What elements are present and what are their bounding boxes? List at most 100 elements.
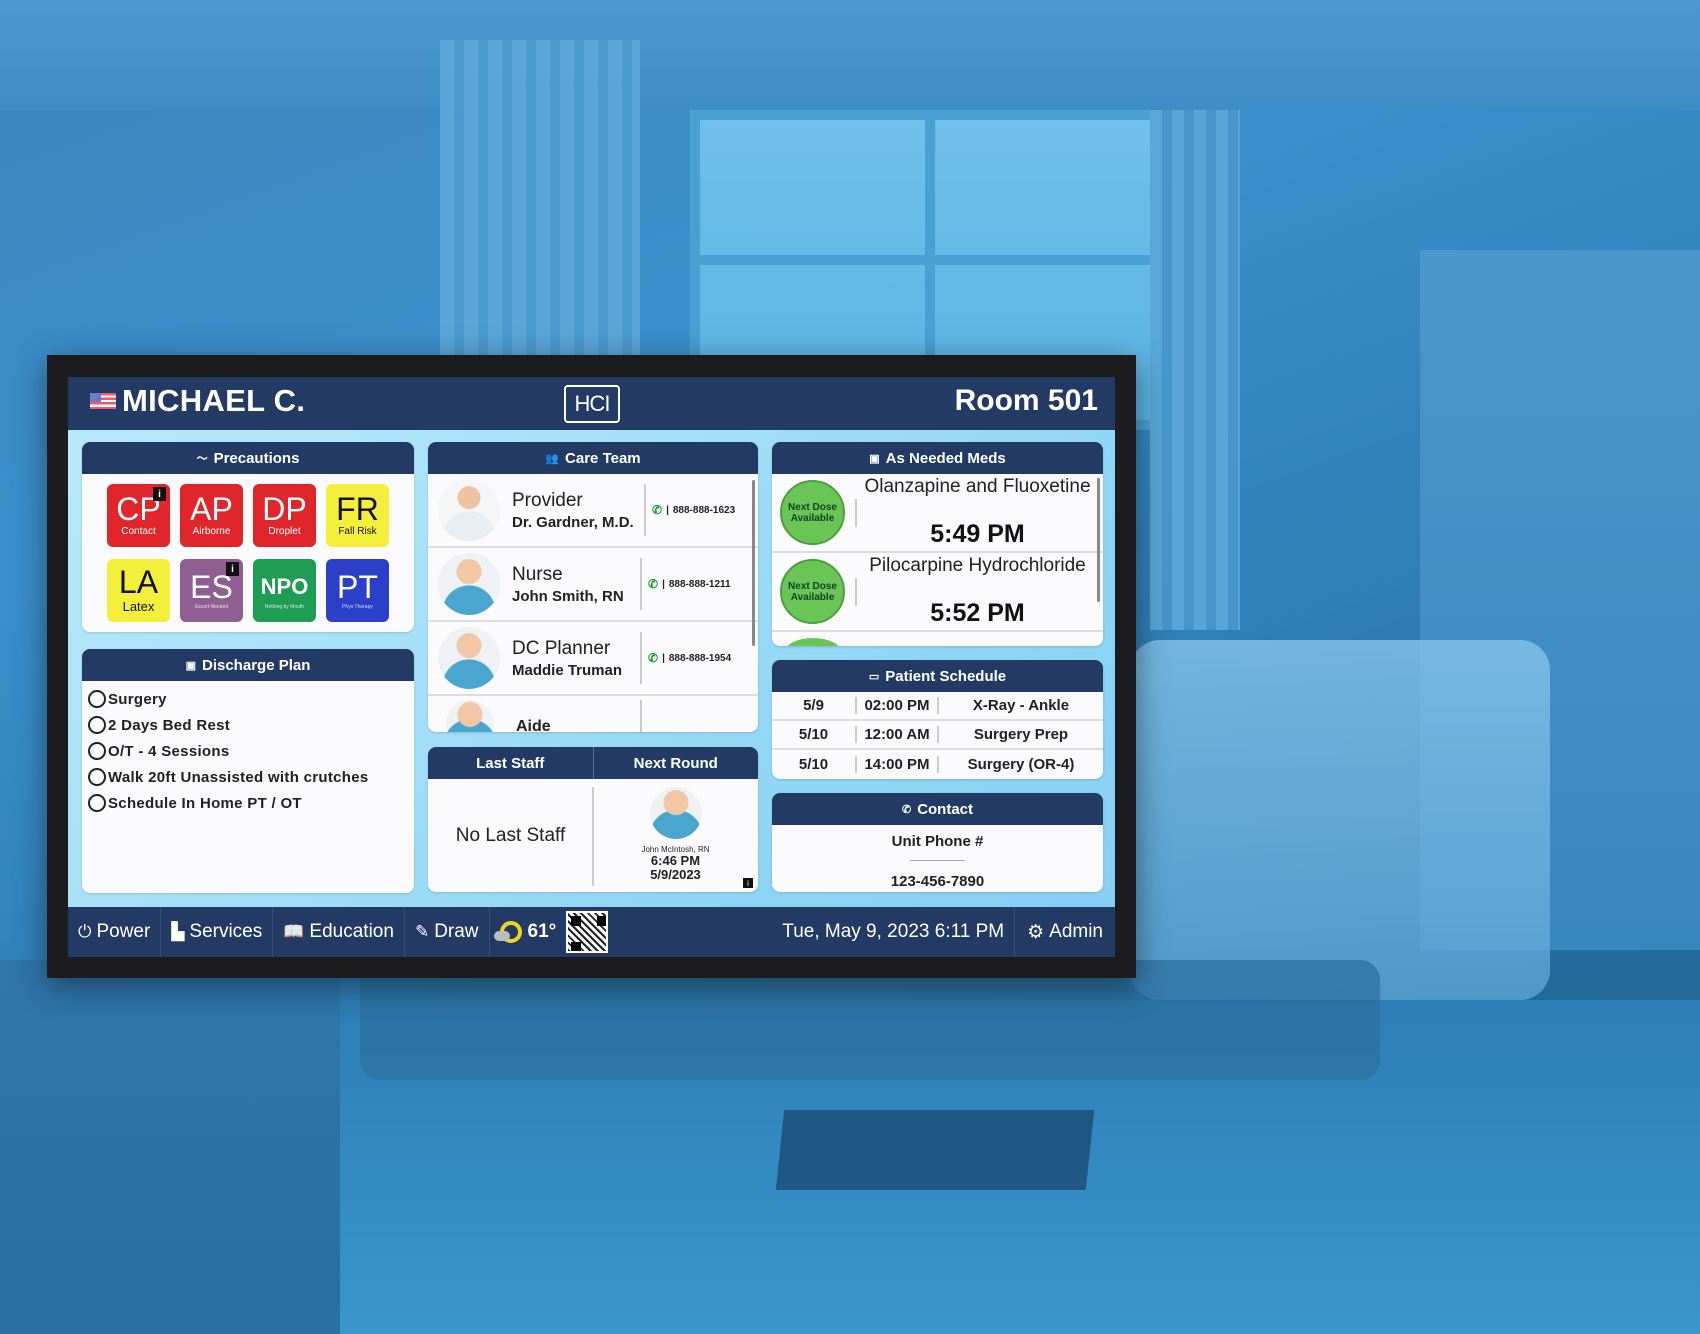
power-button[interactable]: ⏻ Power — [68, 907, 162, 957]
info-icon[interactable]: i — [226, 562, 239, 576]
med-name: Pilocarpine Hydrochloride — [869, 555, 1086, 576]
hci-logo: HCI — [564, 385, 620, 423]
precaution-label: Latex — [122, 599, 155, 614]
schedule-time: 14:00 PM — [855, 756, 939, 773]
separator: | — [662, 652, 665, 664]
avatar — [438, 627, 500, 689]
discharge-item[interactable]: Walk 20ft Unassisted with crutches — [88, 764, 408, 790]
care-team-member[interactable]: Nurse John Smith, RN ✆ | 888-888-1211 — [428, 548, 758, 622]
member-phone[interactable]: ✆ | 888-888-1211 — [648, 548, 731, 620]
discharge-item[interactable]: O/T - 4 Sessions — [88, 738, 408, 764]
care-team-scrollbar[interactable] — [752, 480, 755, 646]
weather-widget: 61° — [490, 907, 567, 957]
schedule-row: 5/10 14:00 PM Surgery (OR-4) — [772, 750, 1103, 779]
clipboard-icon: ▣ — [185, 659, 196, 672]
phone-icon: ✆ — [648, 651, 659, 665]
member-role: DC Planner — [512, 637, 611, 659]
member-phone[interactable]: ✆ | 888-888-1954 — [648, 622, 731, 694]
schedule-header: ▭ Patient Schedule — [772, 660, 1103, 692]
last-staff-title: Last Staff — [428, 747, 594, 779]
phone-number: 888-888-1211 — [668, 578, 731, 590]
patient-header: MICHAEL C. — [90, 383, 305, 419]
current-datetime: Tue, May 9, 2023 6:11 PM — [772, 907, 1016, 957]
precaution-tile-latex[interactable]: LA Latex — [107, 559, 170, 622]
temperature: 61° — [527, 921, 557, 942]
draw-button[interactable]: ✎ Draw — [405, 907, 490, 957]
discharge-item[interactable]: 2 Days Bed Rest — [88, 712, 408, 738]
member-name: Maddie Truman — [512, 661, 623, 679]
care-team-list[interactable]: Provider Dr. Gardner, M.D. ✆ | 888-888-1623… — [428, 474, 758, 732]
member-name: Dr. Gardner, M.D. — [512, 513, 634, 531]
precaution-label: Droplet — [268, 526, 301, 537]
member-role: Aide — [516, 718, 551, 732]
discharge-item[interactable]: Surgery — [88, 686, 408, 712]
gear-icon: ⚙ — [1027, 921, 1045, 943]
member-role: Provider — [512, 489, 583, 511]
precaution-label: Nothing by Mouth — [264, 603, 305, 610]
dose-status-badge: Next Dose Available — [780, 559, 845, 624]
precaution-tile-airborne[interactable]: AP Airborne — [180, 484, 243, 547]
radio-button[interactable] — [88, 716, 106, 734]
separator: | — [662, 578, 665, 590]
radio-button[interactable] — [88, 742, 106, 760]
meds-title: As Needed Meds — [885, 449, 1006, 467]
care-team-member[interactable]: Provider Dr. Gardner, M.D. ✆ | 888-888-1623 — [428, 474, 758, 548]
meds-scrollbar[interactable] — [1097, 478, 1100, 602]
schedule-date: 5/9 — [803, 697, 824, 714]
discharge-plan-title: Discharge Plan — [202, 656, 311, 674]
precaution-label: Contact — [121, 526, 156, 537]
care-team-member[interactable]: Aide — [428, 696, 758, 732]
radio-button[interactable] — [88, 690, 106, 708]
phone-number: 888-888-1954 — [668, 652, 732, 664]
precaution-tile-escort[interactable]: i ES Escort Needed — [180, 559, 243, 622]
precautions-card: 〜 Precautions i CP Contact AP Airborne D… — [82, 442, 414, 632]
radio-button[interactable] — [88, 768, 106, 786]
schedule-time: 12:00 AM — [855, 726, 939, 743]
precaution-tile-droplet[interactable]: DP Droplet — [253, 484, 316, 547]
education-button[interactable]: 📖 Education — [273, 907, 405, 957]
avatar — [438, 553, 500, 615]
med-item[interactable]: Next Dose Available Olanzapine and Fluox… — [772, 474, 1103, 553]
discharge-item-label: Walk 20ft Unassisted with crutches — [108, 768, 369, 786]
bottom-toolbar: ⏻ Power ▙ Services 📖 Education ✎ Draw 61… — [68, 907, 1115, 957]
divider — [910, 860, 965, 861]
power-label: Power — [96, 921, 151, 942]
precaution-abbr: NPO — [260, 573, 309, 599]
precaution-tiles: i CP Contact AP Airborne DP Droplet FR F… — [82, 474, 414, 622]
schedule-date: 5/10 — [798, 756, 829, 773]
info-icon[interactable]: i — [743, 878, 753, 888]
member-phone[interactable]: ✆ | 888-888-1623 — [652, 474, 735, 546]
phone-number: 888-888-1623 — [672, 504, 736, 516]
care-team-member[interactable]: DC Planner Maddie Truman ✆ | 888-888-1954 — [428, 622, 758, 696]
precaution-tile-contact[interactable]: i CP Contact — [107, 484, 170, 547]
discharge-item-label: 2 Days Bed Rest — [108, 716, 231, 734]
precaution-tile-phys-therapy[interactable]: PT Phys Therapy — [326, 559, 389, 622]
precaution-tile-fall-risk[interactable]: FR Fall Risk — [326, 484, 389, 547]
services-button[interactable]: ▙ Services — [161, 907, 274, 957]
book-icon: 📖 — [283, 922, 305, 941]
admin-button[interactable]: ⚙ Admin — [1015, 921, 1115, 944]
precautions-header: 〜 Precautions — [82, 442, 414, 474]
qr-code[interactable] — [566, 911, 609, 953]
meds-list[interactable]: Next Dose Available Olanzapine and Fluox… — [772, 474, 1103, 646]
radio-button[interactable] — [88, 794, 106, 812]
med-item[interactable]: Next Dose Available Pilocarpine Hydrochl… — [772, 553, 1103, 632]
precautions-title: Precautions — [213, 449, 300, 467]
schedule-time: 02:00 PM — [855, 697, 939, 714]
room-number: Room 501 — [954, 384, 1098, 417]
discharge-item[interactable]: Schedule In Home PT / OT — [88, 790, 408, 816]
schedule-event: Surgery (OR-4) — [967, 756, 1075, 773]
dose-status-badge: Next Dose Available — [780, 480, 845, 545]
unit-phone-number: 123-456-7890 — [890, 873, 985, 890]
phone-icon: ✆ — [652, 503, 663, 517]
schedule-row: 5/10 12:00 AM Surgery Prep — [772, 721, 1103, 750]
calendar-icon: ▭ — [868, 670, 880, 683]
patient-schedule-card: ▭ Patient Schedule 5/9 02:00 PM X-Ray - … — [772, 660, 1103, 779]
precaution-tile-npo[interactable]: NPO Nothing by Mouth — [253, 559, 316, 622]
next-round-date: 5/9/2023 — [650, 867, 701, 882]
info-icon[interactable]: i — [153, 487, 166, 501]
next-round-title: Next Round — [633, 754, 718, 772]
us-flag-icon — [90, 393, 116, 409]
care-team-title: Care Team — [565, 449, 641, 467]
schedule-title: Patient Schedule — [885, 667, 1007, 685]
